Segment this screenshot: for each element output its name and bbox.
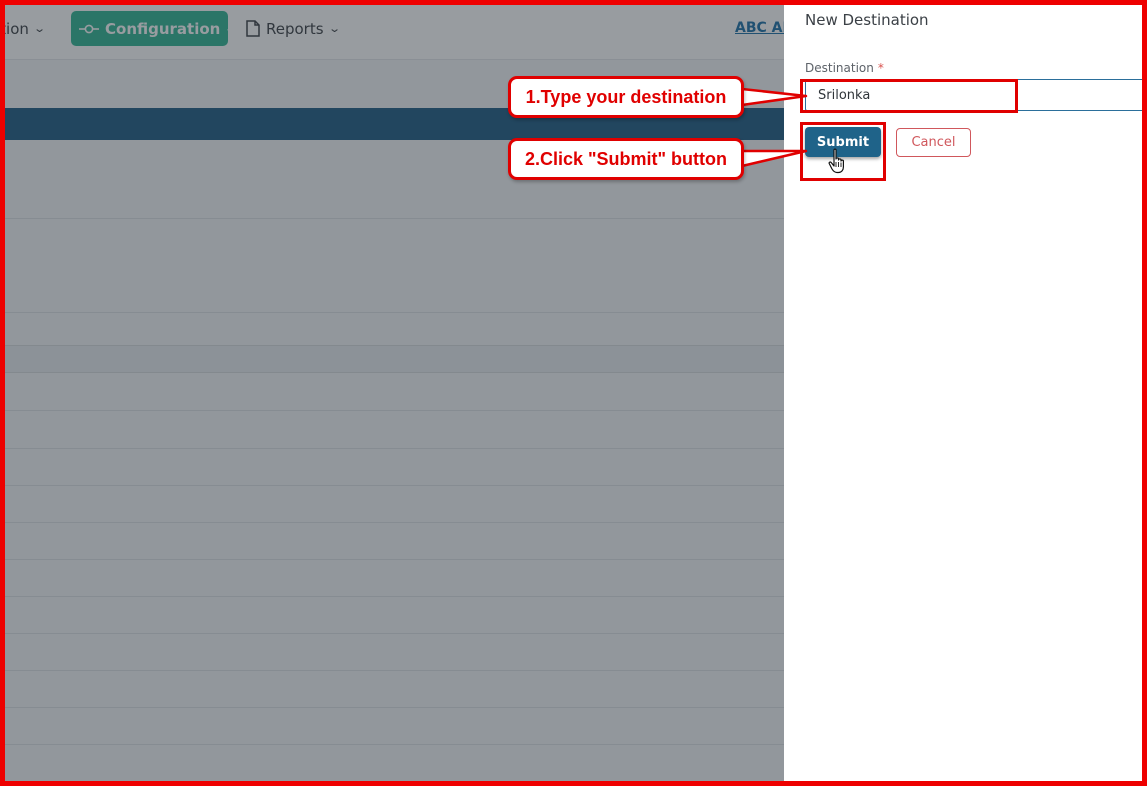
step1-callout: 1.Type your destination [508, 76, 744, 118]
step2-callout: 2.Click "Submit" button [508, 138, 744, 180]
